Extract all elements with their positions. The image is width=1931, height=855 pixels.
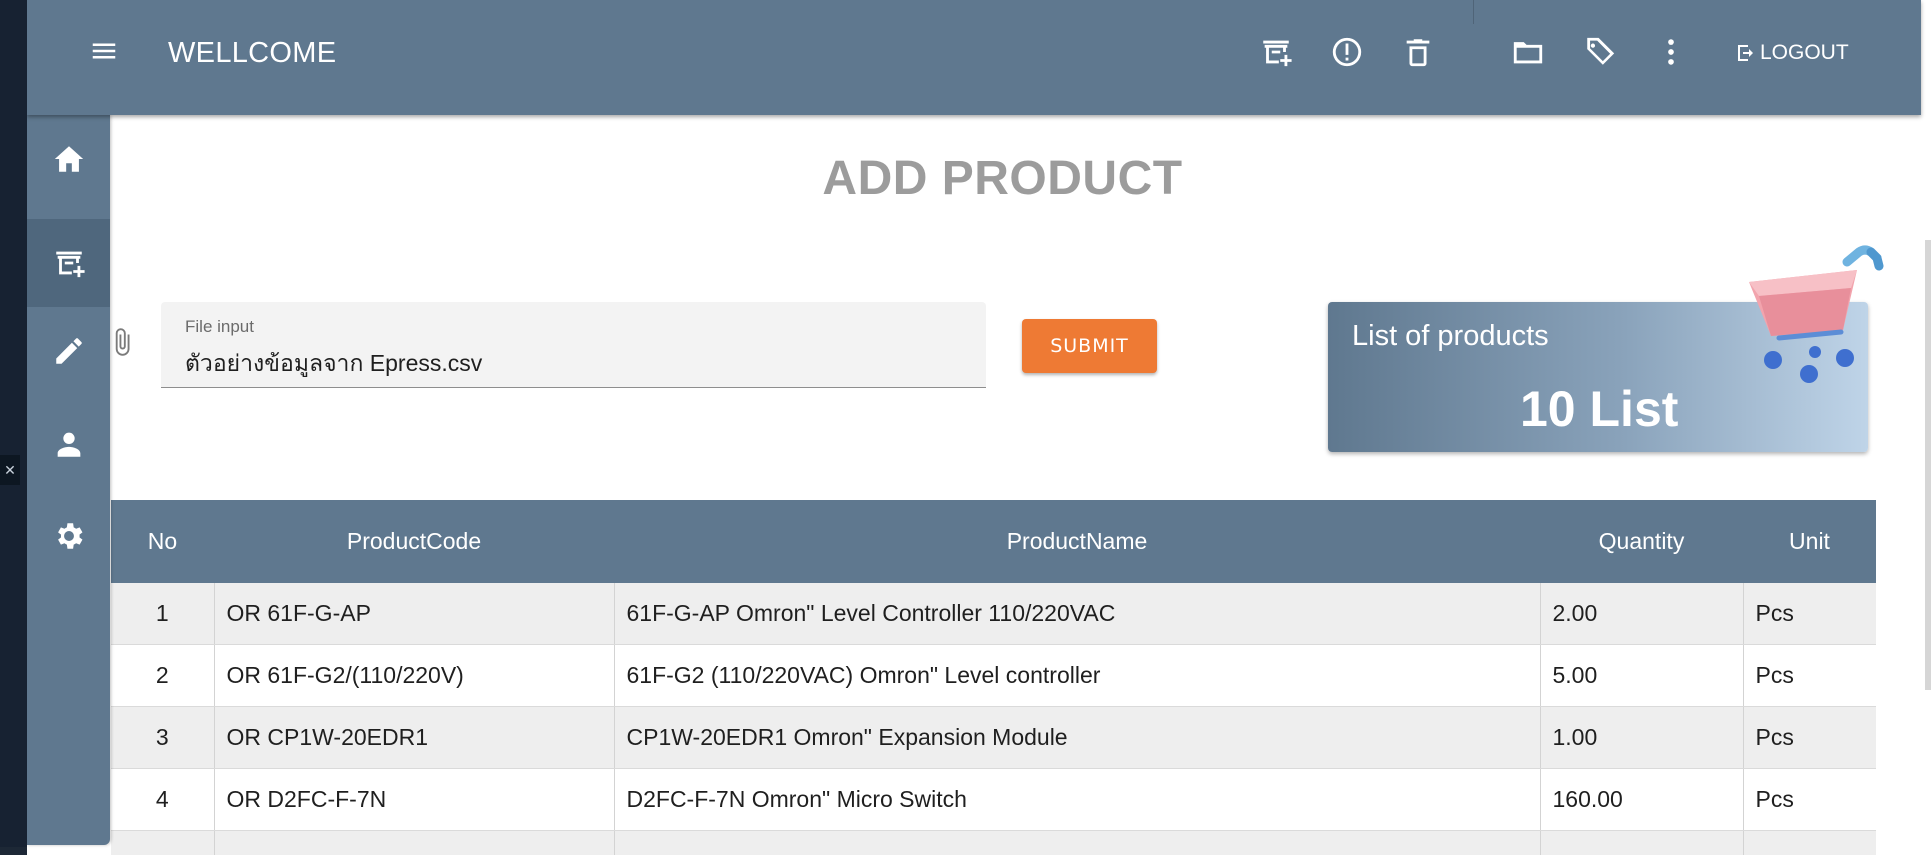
table-row[interactable] [111, 830, 1876, 855]
cell-quantity [1540, 830, 1744, 855]
card-title: List of products [1352, 320, 1549, 352]
file-input-value: ตัวอย่างข้อมูลจาก Epress.csv [185, 350, 483, 376]
column-header-no[interactable]: No [111, 500, 214, 583]
add-product-icon [55, 251, 85, 278]
cell-product-name: CP1W-20EDR1 Omron" Expansion Module [614, 706, 1541, 769]
cell-unit: Pcs [1743, 644, 1876, 707]
edit-icon [55, 338, 82, 364]
cell-product-code: OR D2FC-F-7N [214, 768, 615, 831]
menu-icon[interactable] [89, 36, 119, 66]
tag-icon[interactable] [1583, 35, 1617, 69]
submit-button[interactable]: SUBMIT [1022, 319, 1157, 373]
product-table: No ProductCode ProductName Quantity Unit… [111, 500, 1876, 855]
cell-no [111, 830, 215, 855]
nav-user[interactable] [27, 400, 110, 488]
close-icon[interactable]: ✕ [0, 455, 20, 485]
nav-add-product[interactable] [27, 219, 110, 307]
column-header-unit[interactable]: Unit [1743, 500, 1876, 583]
nav-edit[interactable] [27, 307, 110, 395]
cell-quantity: 2.00 [1540, 583, 1744, 645]
user-icon [57, 432, 80, 457]
product-count: 10 List [1520, 381, 1679, 437]
cell-product-code: OR 61F-G2/(110/220V) [214, 644, 615, 707]
table-row[interactable]: 4 OR D2FC-F-7N D2FC-F-7N Omron" Micro Sw… [111, 768, 1876, 831]
cell-product-name: 61F-G-AP Omron" Level Controller 110/220… [614, 583, 1541, 645]
cell-product-name: D2FC-F-7N Omron" Micro Switch [614, 768, 1541, 831]
file-input-field[interactable]: File input ตัวอย่างข้อมูลจาก Epress.csv [161, 302, 986, 388]
side-navigation [27, 115, 110, 845]
settings-icon [57, 523, 82, 549]
cell-unit [1743, 830, 1876, 855]
shopping-cart-icon [1749, 245, 1884, 383]
cell-product-code: OR 61F-G-AP [214, 583, 615, 645]
folder-icon[interactable] [1511, 35, 1545, 69]
toolbar-divider [1473, 0, 1474, 24]
cell-no: 4 [111, 768, 215, 831]
desktop-left-strip: ✕ [0, 0, 27, 855]
cell-quantity: 160.00 [1540, 768, 1744, 831]
table-row[interactable]: 3 OR CP1W-20EDR1 CP1W-20EDR1 Omron" Expa… [111, 706, 1876, 769]
attach-file-icon[interactable] [107, 325, 137, 359]
vertical-scrollbar[interactable] [1925, 240, 1931, 690]
add-product-icon[interactable] [1259, 35, 1293, 69]
cell-product-code [214, 830, 615, 855]
table-row[interactable]: 2 OR 61F-G2/(110/220V) 61F-G2 (110/220VA… [111, 644, 1876, 707]
cell-product-name: 61F-G2 (110/220VAC) Omron" Level control… [614, 644, 1541, 707]
cell-quantity: 5.00 [1540, 644, 1744, 707]
page-title: ADD PRODUCT [822, 152, 1183, 205]
nav-settings[interactable] [27, 492, 110, 580]
main-content: ADD PRODUCT File input ตัวอย่างข้อมูลจาก… [111, 115, 1931, 855]
more-vert-icon[interactable] [1654, 35, 1688, 69]
table-row[interactable]: 1 OR 61F-G-AP 61F-G-AP Omron" Level Cont… [111, 583, 1876, 645]
cell-product-code: OR CP1W-20EDR1 [214, 706, 615, 769]
logout-button[interactable]: LOGOUT [1734, 38, 1849, 68]
cell-no: 1 [111, 583, 215, 645]
cell-no: 2 [111, 644, 215, 707]
app-window: WELLCOME LOGOUT ADD PRODUCT File input ต… [27, 0, 1931, 855]
cell-unit: Pcs [1743, 583, 1876, 645]
nav-home[interactable] [27, 115, 110, 203]
table-header-row: No ProductCode ProductName Quantity Unit [111, 500, 1876, 583]
column-header-product-code[interactable]: ProductCode [214, 500, 614, 583]
column-header-quantity[interactable]: Quantity [1540, 500, 1743, 583]
column-header-product-name[interactable]: ProductName [614, 500, 1540, 583]
cell-product-name [614, 830, 1541, 855]
alert-icon[interactable] [1330, 35, 1364, 69]
cell-unit: Pcs [1743, 768, 1876, 831]
top-app-bar: WELLCOME LOGOUT [27, 0, 1921, 115]
cell-no: 3 [111, 706, 215, 769]
logout-label: LOGOUT [1760, 41, 1849, 64]
delete-icon[interactable] [1401, 35, 1435, 69]
file-input-label: File input [185, 317, 254, 336]
cell-unit: Pcs [1743, 706, 1876, 769]
logout-icon [1738, 45, 1753, 61]
app-title: WELLCOME [168, 37, 337, 69]
home-icon [54, 146, 83, 172]
cell-quantity: 1.00 [1540, 706, 1744, 769]
